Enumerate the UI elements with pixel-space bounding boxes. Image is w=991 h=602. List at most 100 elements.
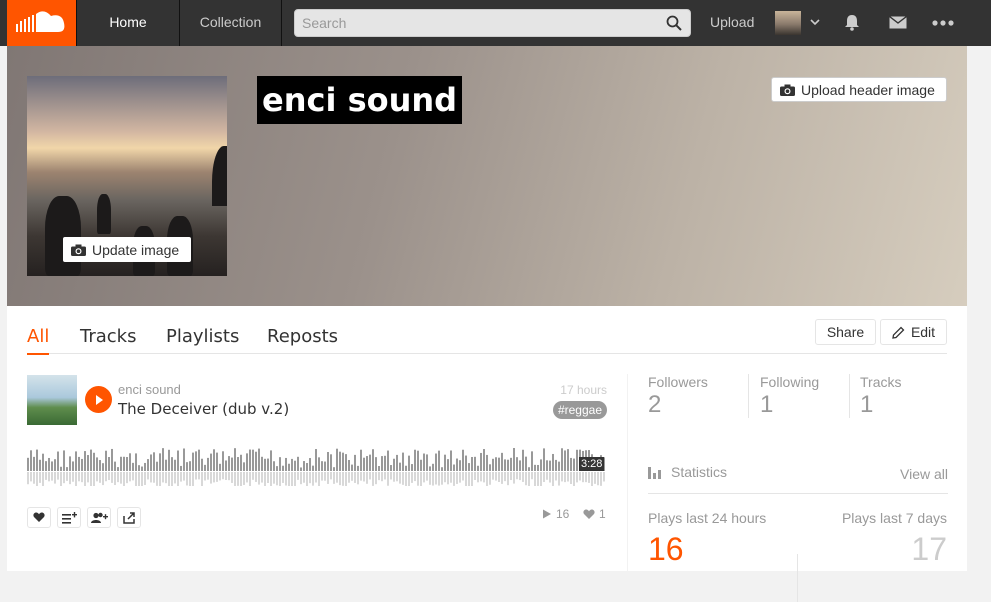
waveform-reflection-bar (558, 472, 560, 486)
nav-upload[interactable]: Upload (710, 0, 754, 44)
waveform-reflection-bar (579, 472, 581, 481)
waveform[interactable] (27, 436, 607, 486)
waveform-bar (450, 450, 452, 471)
heart-icon (583, 509, 595, 519)
waveform-reflection-bar (297, 472, 299, 480)
more-options-icon[interactable] (932, 20, 954, 26)
waveform-reflection-bar (552, 472, 554, 486)
search-input[interactable] (295, 10, 655, 36)
waveform-reflection-bar (237, 472, 239, 486)
user-avatar[interactable] (775, 11, 801, 35)
waveform-bar (69, 456, 71, 471)
waveform-reflection-bar (591, 472, 593, 486)
waveform-bar (510, 457, 512, 471)
waveform-reflection-bar (372, 472, 374, 486)
followers-count[interactable]: Followers 2 (648, 374, 748, 420)
waveform-reflection-bar (201, 472, 203, 486)
tab-tracks[interactable]: Tracks (80, 326, 136, 347)
update-image-button[interactable]: Update image (63, 237, 191, 262)
waveform-bar (51, 461, 53, 471)
soundcloud-logo[interactable] (7, 0, 76, 46)
notifications-bell-icon[interactable] (844, 14, 860, 31)
waveform-reflection-bar (183, 472, 185, 481)
view-all-link[interactable]: View all (900, 466, 948, 482)
waveform-bar (144, 462, 146, 471)
waveform-bar (150, 454, 152, 471)
repost-button[interactable] (87, 507, 111, 528)
add-to-playlist-button[interactable] (57, 507, 81, 528)
waveform-bar (411, 464, 413, 471)
waveform-bar (558, 461, 560, 471)
share-icon (122, 511, 135, 524)
waveform-bar (192, 452, 194, 471)
waveform-reflection-bar (531, 472, 533, 480)
waveform-reflection-bar (117, 472, 119, 483)
tab-all[interactable]: All (27, 326, 50, 355)
waveform-bar (75, 451, 77, 471)
waveform-bar (291, 458, 293, 471)
waveform-reflection-bar (387, 472, 389, 486)
like-button[interactable] (27, 507, 51, 528)
waveform-bar (435, 453, 437, 471)
waveform-bar (399, 462, 401, 471)
waveform-reflection-bar (420, 472, 422, 486)
nav-home[interactable]: Home (76, 0, 180, 46)
tracks-count[interactable]: Tracks 1 (860, 374, 960, 420)
waveform-bar (252, 449, 254, 471)
track-title[interactable]: The Deceiver (dub v.2) (118, 400, 289, 418)
waveform-reflection-bar (45, 472, 47, 480)
waveform-reflection-bar (30, 472, 32, 482)
track-uploader[interactable]: enci sound (118, 382, 181, 397)
waveform-bar (201, 458, 203, 471)
waveform-reflection-bar (603, 472, 605, 482)
waveform-bar (366, 456, 368, 471)
waveform-reflection-bar (333, 472, 335, 484)
update-image-label: Update image (92, 241, 180, 258)
waveform-reflection-bar (261, 472, 263, 483)
waveform-reflection-bar (564, 472, 566, 483)
waveform-bar (249, 449, 251, 471)
waveform-bar (216, 452, 218, 471)
waveform-bar (267, 458, 269, 471)
tab-playlists[interactable]: Playlists (166, 326, 239, 347)
waveform-reflection-bar (582, 472, 584, 483)
waveform-reflection-bar (486, 472, 488, 486)
waveform-reflection-bar (405, 472, 407, 486)
genre-tag[interactable]: #reggae (552, 401, 607, 419)
following-count[interactable]: Following 1 (760, 374, 860, 420)
waveform-bar (489, 464, 491, 471)
divider (748, 374, 749, 418)
waveform-reflection-bar (39, 472, 41, 483)
track-artwork[interactable] (27, 375, 77, 425)
edit-button[interactable]: Edit (880, 319, 947, 345)
tab-reposts[interactable]: Reposts (267, 326, 338, 347)
waveform-bar (321, 461, 323, 471)
waveform-reflection-bar (498, 472, 500, 482)
search-icon[interactable] (666, 15, 682, 31)
upload-header-image-button[interactable]: Upload header image (771, 77, 947, 102)
waveform-bar (534, 464, 536, 471)
chevron-down-icon[interactable] (810, 18, 820, 26)
waveform-reflection-bar (483, 472, 485, 483)
waveform-bar (315, 449, 317, 471)
waveform-bar (246, 453, 248, 471)
waveform-reflection-bar (135, 472, 137, 486)
waveform-bar (219, 463, 221, 471)
waveform-reflection-bar (99, 472, 101, 483)
messages-envelope-icon[interactable] (889, 16, 907, 29)
waveform-bar (423, 453, 425, 471)
waveform-bar (432, 463, 434, 471)
play-button[interactable] (85, 386, 112, 413)
waveform-reflection-bar (465, 472, 467, 486)
cloud-icon (15, 11, 64, 32)
waveform-reflection-bar (534, 472, 536, 486)
waveform-bar (414, 449, 416, 471)
share-track-button[interactable] (117, 507, 141, 528)
waveform-reflection-bar (414, 472, 416, 482)
waveform-bar (546, 460, 548, 471)
waveform-bar (297, 456, 299, 471)
share-button[interactable]: Share (815, 319, 876, 345)
nav-collection[interactable]: Collection (180, 0, 282, 46)
waveform-reflection-bar (441, 472, 443, 485)
waveform-reflection-bar (267, 472, 269, 483)
